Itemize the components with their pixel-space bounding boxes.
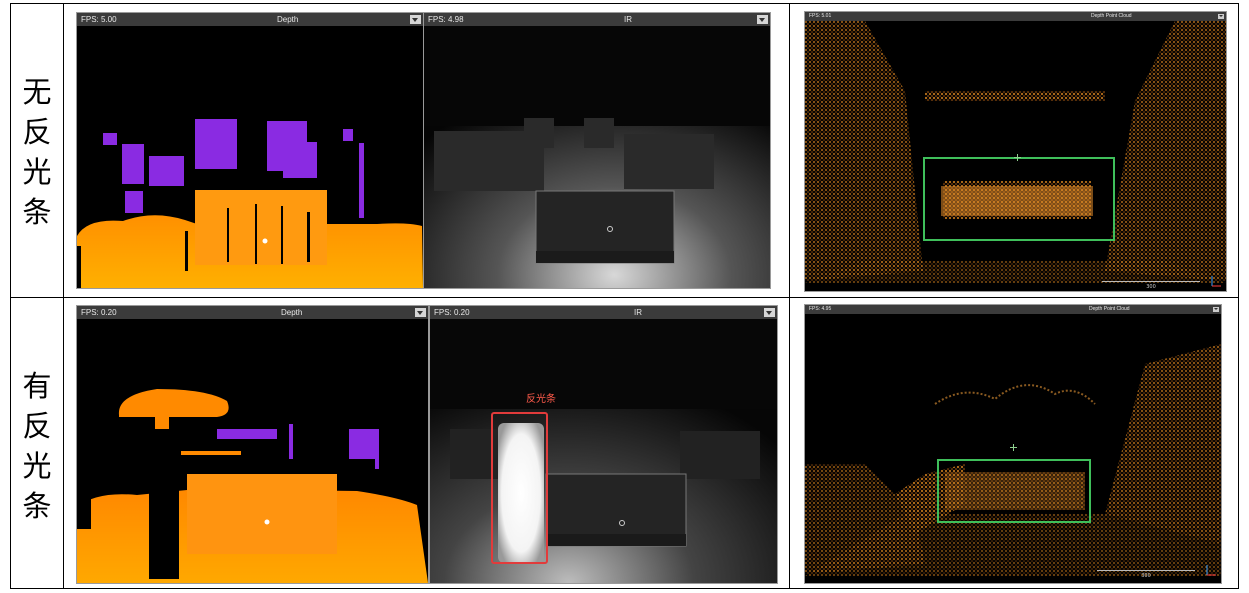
center-crosshair-icon (1010, 444, 1017, 451)
reflector-highlight-box (491, 412, 548, 564)
stream-mode-select[interactable]: IR (624, 13, 632, 26)
chevron-down-icon[interactable] (764, 308, 775, 317)
ir-view-toolbar: FPS: 0.20 IR (430, 306, 777, 319)
depth-image (77, 319, 428, 583)
scale-bar: 300 (1102, 278, 1200, 290)
row-label-char: 光 (22, 449, 52, 483)
row-label-char: 有 (22, 369, 52, 403)
chevron-down-icon[interactable] (410, 15, 421, 24)
stream-mode-select[interactable]: Depth (277, 13, 298, 26)
scale-label: 300 (1141, 573, 1151, 579)
scale-bar: 300 (1097, 567, 1195, 579)
fps-readout: FPS: 4.98 (428, 15, 464, 24)
scale-line (1102, 281, 1200, 282)
fps-readout: FPS: 0.20 (434, 308, 470, 317)
depth-view-toolbar: FPS: 5.00 Depth (77, 13, 423, 26)
ir-view-row1: FPS: 4.98 IR (423, 12, 771, 289)
axis-gizmo-icon (1211, 276, 1221, 287)
depth-view-row2: FPS: 0.20 Depth (76, 305, 429, 584)
depth-image (77, 26, 423, 288)
detection-box (937, 459, 1091, 523)
fps-readout: FPS: 5.00 (81, 15, 117, 24)
ir-image (424, 26, 770, 288)
row-label-char: 条 (22, 489, 52, 523)
fps-readout: FPS: 4.95 (809, 306, 832, 312)
row-label-char: 无 (22, 75, 52, 109)
row-label-char: 反 (22, 409, 52, 443)
chevron-down-icon[interactable] (1218, 14, 1224, 19)
point-cloud-view-row1: FPS: 5.01 Depth Point Cloud 300 (804, 11, 1227, 292)
point-cloud-view-row2: FPS: 4.95 Depth Point Cloud 300 (804, 304, 1222, 584)
depth-view-row1: FPS: 5.00 Depth (76, 12, 424, 289)
stream-mode-select[interactable]: Depth Point Cloud (1089, 305, 1130, 314)
ir-image (430, 319, 777, 583)
point-cloud-toolbar: FPS: 4.95 Depth Point Cloud (805, 305, 1221, 314)
row-label-with-reflector: 有 反 光 条 (17, 366, 57, 526)
reflector-annotation-label: 反光条 (526, 394, 556, 405)
fps-readout: FPS: 5.01 (809, 13, 832, 19)
axis-gizmo-icon (1206, 565, 1216, 576)
detection-box (923, 157, 1115, 241)
chevron-down-icon[interactable] (757, 15, 768, 24)
chevron-down-icon[interactable] (1213, 307, 1219, 312)
row-label-char: 光 (22, 155, 52, 189)
row-label-char: 条 (22, 195, 52, 229)
scale-label: 300 (1146, 284, 1156, 290)
ir-view-toolbar: FPS: 4.98 IR (424, 13, 770, 26)
fps-readout: FPS: 0.20 (81, 308, 117, 317)
row-label-char: 反 (22, 115, 52, 149)
center-crosshair-icon (1014, 154, 1021, 161)
stream-mode-select[interactable]: Depth (281, 306, 302, 319)
scale-line (1097, 570, 1195, 571)
point-cloud-toolbar: FPS: 5.01 Depth Point Cloud (805, 12, 1226, 21)
ir-view-row2: FPS: 0.20 IR 反光条 (429, 305, 778, 584)
stream-mode-select[interactable]: Depth Point Cloud (1091, 12, 1132, 21)
chevron-down-icon[interactable] (415, 308, 426, 317)
row-label-no-reflector: 无 反 光 条 (17, 72, 57, 232)
stream-mode-select[interactable]: IR (634, 306, 642, 319)
depth-view-toolbar: FPS: 0.20 Depth (77, 306, 428, 319)
